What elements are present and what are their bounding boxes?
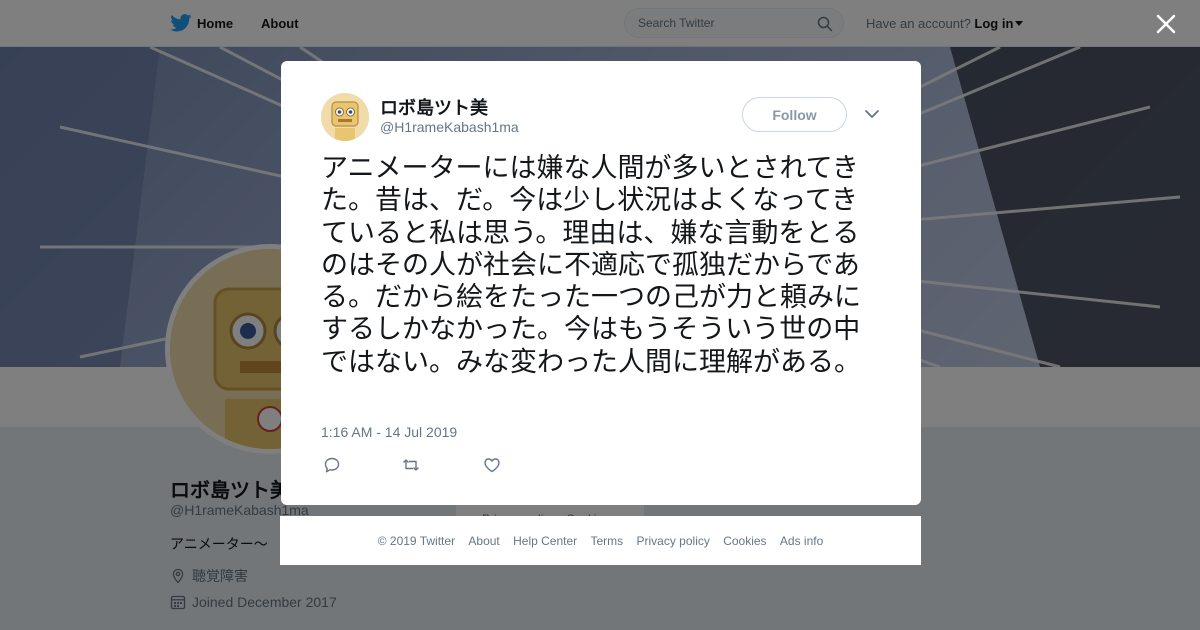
tweet-modal: ロボ島ツト美 @H1rameKabash1ma Follow アニメーターには嫌… — [281, 61, 921, 505]
footer-link-cookies[interactable]: Cookies — [723, 534, 766, 548]
chevron-down-icon[interactable] — [864, 108, 880, 120]
footer-copyright: © 2019 Twitter — [377, 534, 456, 548]
modal-footer: © 2019 Twitter About Help Center Terms P… — [280, 516, 921, 565]
reply-icon[interactable] — [323, 456, 341, 474]
footer-link-about[interactable]: About — [468, 534, 499, 548]
footer-link-privacy-policy[interactable]: Privacy policy — [637, 534, 710, 548]
retweet-icon[interactable] — [402, 456, 420, 474]
footer-link-help-center[interactable]: Help Center — [513, 534, 577, 548]
follow-button[interactable]: Follow — [742, 97, 847, 132]
tweet-author-handle[interactable]: @H1rameKabash1ma — [380, 119, 519, 135]
footer-link-ads-info[interactable]: Ads info — [780, 534, 823, 548]
footer-links: © 2019 Twitter About Help Center Terms P… — [280, 534, 921, 548]
tweet-timestamp[interactable]: 1:16 AM - 14 Jul 2019 — [321, 424, 457, 440]
close-icon[interactable] — [1154, 12, 1178, 36]
like-icon[interactable] — [483, 456, 501, 474]
tweet-text: アニメーターには嫌な人間が多いとされてきた。昔は、だ。今は少し状況はよくなってき… — [321, 153, 861, 378]
footer-link-terms[interactable]: Terms — [590, 534, 623, 548]
tweet-author-name[interactable]: ロボ島ツト美 — [380, 94, 488, 120]
tweet-author-avatar[interactable] — [321, 93, 369, 141]
